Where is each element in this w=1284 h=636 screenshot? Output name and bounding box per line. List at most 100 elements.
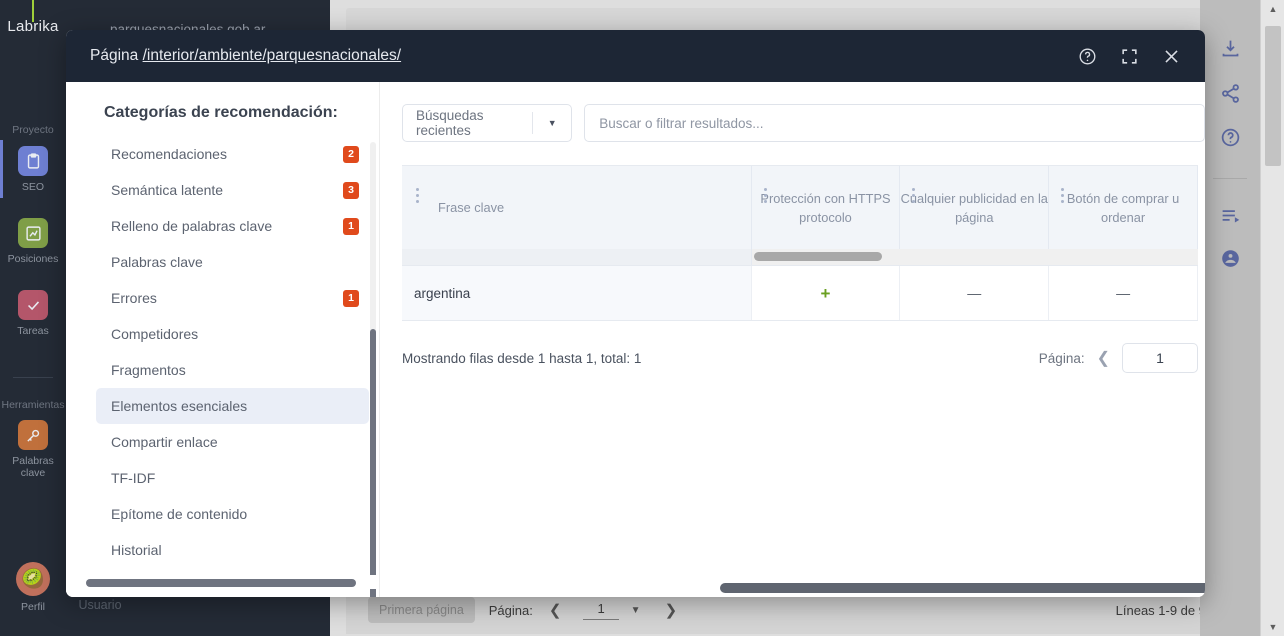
categories-hscrollbar-thumb[interactable]	[86, 579, 356, 587]
modal-horizontal-scrollbar-track[interactable]	[720, 583, 1205, 593]
help-circle-icon[interactable]	[1200, 127, 1260, 148]
sidebar-item-seo[interactable]: SEO	[0, 146, 66, 193]
page-scrollbar-thumb[interactable]	[1265, 26, 1281, 166]
category-label: TF-IDF	[111, 470, 156, 486]
drag-handle-icon[interactable]	[912, 188, 916, 203]
chevron-down-icon[interactable]: ▼	[631, 605, 641, 616]
first-page-button[interactable]: Primera página	[368, 597, 475, 623]
expand-icon[interactable]	[1115, 42, 1143, 70]
pagination-label: Página:	[1038, 350, 1085, 366]
categories-list: Recomendaciones 2 Semántica latente 3 Re…	[66, 136, 379, 568]
sidebar-label-palabras-clave: Palabras clave	[12, 455, 54, 479]
scroll-up-arrow-icon[interactable]: ▲	[1261, 0, 1284, 18]
scrollbar-track[interactable]	[752, 249, 1198, 265]
sidebar-item-posiciones[interactable]: Posiciones	[0, 218, 66, 265]
chevron-down-icon[interactable]: ▼	[533, 118, 571, 128]
column-header-boton-comprar[interactable]: Botón de comprar u ordenar	[1049, 166, 1198, 249]
filters-bar: Búsquedas recientes ▼	[402, 104, 1205, 142]
background-next-page-icon[interactable]: ❯	[665, 601, 678, 619]
scrollbar-left-spacer	[402, 249, 752, 265]
cell-https: +	[752, 266, 901, 320]
playlist-icon[interactable]	[1200, 205, 1260, 226]
column-header-label: Protección con HTTPS protocolo	[760, 190, 891, 225]
sidebar-label-perfil: Perfil	[21, 601, 45, 613]
results-pane: Búsquedas recientes ▼ Frase clave	[379, 82, 1205, 597]
column-header-publicidad[interactable]: Cualquier publicidad en la página	[900, 166, 1050, 249]
sidebar-item-palabras-clave[interactable]: Palabras clave	[0, 420, 66, 479]
page-number-input[interactable]: 1	[1122, 343, 1198, 373]
pagination-controls: Página: ❮ 1	[1039, 343, 1198, 373]
category-item-elementos-esenciales[interactable]: Elementos esenciales	[96, 388, 369, 424]
avocado-avatar: 🥝	[16, 562, 50, 596]
app-root: Primera página Página: ❮ 1 ▼ ❯ Líneas 1-…	[0, 0, 1284, 636]
scroll-down-arrow-icon[interactable]: ▼	[1261, 618, 1284, 636]
table-header-row: Frase clave Protección con HTTPS protoco…	[402, 165, 1198, 249]
sidebar-label-seo: SEO	[21, 181, 45, 193]
category-badge: 1	[343, 289, 359, 307]
brand-logo: Labrika	[7, 18, 59, 35]
previous-page-icon[interactable]: ❮	[1097, 348, 1110, 368]
column-header-label: Frase clave	[438, 200, 505, 215]
question-circle-icon[interactable]	[1073, 42, 1101, 70]
sidebar-label-posiciones: Posiciones	[7, 253, 59, 265]
sidebar-group-proyecto: Proyecto	[12, 124, 54, 136]
modal-horizontal-scrollbar-thumb[interactable]	[720, 583, 1205, 593]
category-item-historial[interactable]: Historial	[96, 532, 369, 568]
sidebar-item-perfil[interactable]: 🥝 Perfil	[0, 562, 66, 613]
clipboard-icon	[18, 146, 48, 176]
drag-handle-icon[interactable]	[416, 188, 419, 203]
table-footer: Mostrando filas desde 1 hasta 1, total: …	[402, 343, 1198, 373]
cell-ads: —	[900, 266, 1050, 320]
modal-title-prefix: Página	[90, 47, 139, 64]
people-circle-icon[interactable]	[1200, 248, 1260, 269]
download-icon[interactable]	[1200, 38, 1260, 59]
category-badge: 3	[343, 181, 359, 199]
column-header-frase-clave[interactable]: Frase clave	[402, 166, 752, 249]
sidebar-item-tareas[interactable]: Tareas	[0, 290, 66, 337]
background-prev-page-icon[interactable]: ❮	[549, 601, 562, 619]
rail-divider	[1213, 178, 1247, 179]
category-item-competidores[interactable]: Competidores	[96, 316, 369, 352]
column-header-proteccion-https[interactable]: Protección con HTTPS protocolo	[752, 166, 901, 249]
category-item-fragmentos[interactable]: Fragmentos	[96, 352, 369, 388]
category-label: Palabras clave	[111, 254, 203, 270]
search-input[interactable]	[599, 115, 1204, 131]
column-header-label: Botón de comprar u ordenar	[1066, 190, 1180, 225]
modal-title: Página /interior/ambiente/parquesnaciona…	[90, 47, 401, 65]
drag-handle-icon[interactable]	[763, 188, 767, 203]
table-horizontal-scrollbar[interactable]	[402, 249, 1198, 265]
category-item-semantica-latente[interactable]: Semántica latente 3	[96, 172, 369, 208]
share-icon[interactable]	[1200, 83, 1260, 104]
category-label: Relleno de palabras clave	[111, 218, 273, 234]
drag-handle-icon[interactable]	[1061, 188, 1065, 203]
cell-value: +	[820, 283, 831, 303]
page-scrollbar[interactable]: ▲ ▼	[1260, 0, 1284, 636]
category-label: Historial	[111, 542, 162, 558]
category-label: Compartir enlace	[111, 434, 218, 450]
category-item-tf-idf[interactable]: TF-IDF	[96, 460, 369, 496]
app-sidebar: Labrika Proyecto SEO Posiciones Tareas H…	[0, 0, 66, 636]
recent-searches-select[interactable]: Búsquedas recientes ▼	[402, 104, 573, 142]
category-item-errores[interactable]: Errores 1	[96, 280, 369, 316]
column-header-label: Cualquier publicidad en la página	[900, 190, 1048, 225]
category-label: Competidores	[111, 326, 199, 342]
sidebar-divider	[13, 377, 53, 378]
category-label: Fragmentos	[111, 362, 186, 378]
sidebar-group-herramientas: Herramientas	[1, 399, 65, 411]
search-filter-box[interactable]	[584, 104, 1205, 142]
modal-title-link[interactable]: /interior/ambiente/parquesnacionales/	[143, 47, 402, 64]
category-label: Recomendaciones	[111, 146, 227, 162]
category-item-relleno-de-palabras-clave[interactable]: Relleno de palabras clave 1	[96, 208, 369, 244]
close-icon[interactable]	[1157, 42, 1185, 70]
scrollbar-thumb[interactable]	[754, 252, 882, 261]
background-page-label: Página:	[488, 602, 533, 618]
check-icon	[18, 290, 48, 320]
category-item-compartir-enlace[interactable]: Compartir enlace	[96, 424, 369, 460]
table-row[interactable]: argentina + — —	[402, 265, 1198, 321]
categories-scrollbar-thumb[interactable]	[370, 329, 376, 597]
recent-searches-label: Búsquedas recientes	[416, 108, 484, 138]
category-item-epitome-de-contenido[interactable]: Epítome de contenido	[96, 496, 369, 532]
category-item-recomendaciones[interactable]: Recomendaciones 2	[96, 136, 369, 172]
category-item-palabras-clave[interactable]: Palabras clave	[96, 244, 369, 280]
background-page-value[interactable]: 1	[583, 601, 619, 620]
